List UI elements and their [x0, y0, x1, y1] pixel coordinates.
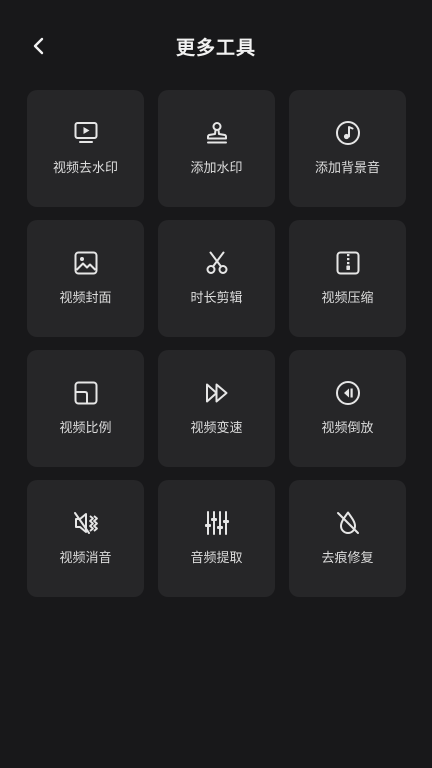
- equalizer-icon: [203, 509, 231, 537]
- rewind-icon: [334, 379, 362, 407]
- tool-label: 视频倒放: [321, 421, 374, 436]
- scissors-icon: [203, 249, 231, 277]
- tool-add-watermark[interactable]: 添加水印: [158, 90, 275, 207]
- music-note-icon: [334, 119, 362, 147]
- fast-forward-icon: [203, 379, 231, 407]
- tool-video-watermark-remove[interactable]: 视频去水印: [27, 90, 144, 207]
- tool-label: 音频提取: [190, 551, 243, 566]
- aspect-ratio-icon: [72, 379, 100, 407]
- tools-grid: 视频去水印 添加水印 添加背景音 视频封面 时长剪辑 视频压缩 视频比例 视频变…: [27, 90, 406, 597]
- tool-label: 视频变速: [190, 421, 243, 436]
- tool-audio-extract[interactable]: 音频提取: [158, 480, 275, 597]
- tool-video-ratio[interactable]: 视频比例: [27, 350, 144, 467]
- tool-video-cover[interactable]: 视频封面: [27, 220, 144, 337]
- drop-off-icon: [334, 509, 362, 537]
- tool-label: 去痕修复: [321, 551, 374, 566]
- tool-label: 视频去水印: [52, 161, 118, 176]
- image-icon: [72, 249, 100, 277]
- tool-label: 视频比例: [59, 421, 112, 436]
- zip-file-icon: [334, 249, 362, 277]
- tool-video-reverse[interactable]: 视频倒放: [289, 350, 406, 467]
- video-play-screen-icon: [72, 119, 100, 147]
- tool-label: 视频压缩: [321, 291, 374, 306]
- tool-video-speed[interactable]: 视频变速: [158, 350, 275, 467]
- tool-add-bgm[interactable]: 添加背景音: [289, 90, 406, 207]
- tool-video-compress[interactable]: 视频压缩: [289, 220, 406, 337]
- tool-trim-duration[interactable]: 时长剪辑: [158, 220, 275, 337]
- page-title: 更多工具: [175, 37, 256, 59]
- tool-blemish-repair[interactable]: 去痕修复: [289, 480, 406, 597]
- tool-label: 添加水印: [190, 161, 243, 176]
- tool-label: 时长剪辑: [190, 291, 243, 306]
- mute-icon: [72, 509, 100, 537]
- tool-video-mute[interactable]: 视频消音: [27, 480, 144, 597]
- stamp-icon: [203, 119, 231, 147]
- tool-label: 视频封面: [59, 291, 112, 306]
- tool-label: 视频消音: [59, 551, 112, 566]
- tool-label: 添加背景音: [314, 161, 380, 176]
- header: 更多工具: [0, 0, 432, 92]
